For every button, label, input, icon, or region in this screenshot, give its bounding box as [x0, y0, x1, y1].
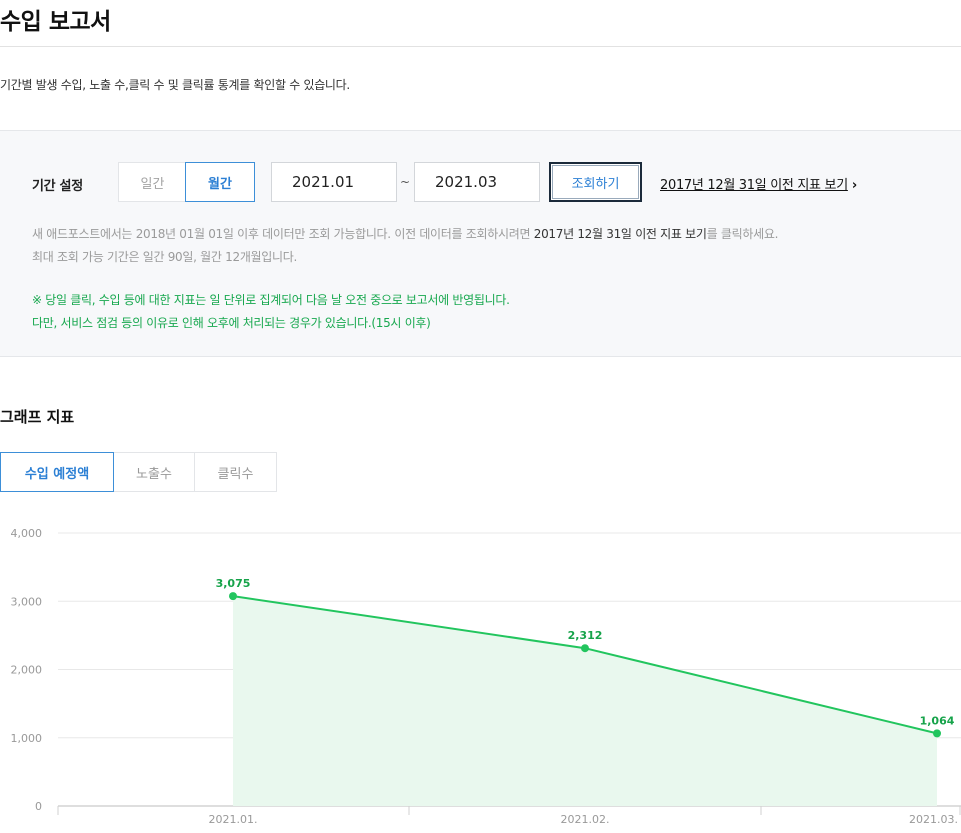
x-tick-label: 2021.01.	[209, 813, 258, 826]
tab-impressions[interactable]: 노출수	[114, 452, 195, 492]
y-tick-label: 2,000	[11, 664, 43, 677]
data-label: 2,312	[568, 629, 603, 642]
search-button[interactable]: 조회하기	[549, 162, 642, 202]
tab-clicks[interactable]: 클릭수	[195, 452, 277, 492]
previous-data-link-label: 2017년 12월 31일 이전 지표 보기	[660, 178, 848, 193]
y-tick-label: 1,000	[11, 732, 43, 745]
chevron-right-icon: ›	[851, 178, 857, 193]
graph-section-title: 그래프 지표	[0, 408, 75, 426]
period-filter-panel: 기간 설정 일간 월간 ~ 조회하기 2017년 12월 31일 이전 지표 보…	[0, 130, 961, 357]
page-title: 수입 보고서	[0, 9, 111, 35]
note-suffix: 를 클릭하세요.	[706, 227, 779, 241]
x-tick-label: 2021.03.	[909, 813, 958, 826]
max-period-note: 최대 조회 가능 기간은 일간 90일, 월간 12개월입니다.	[32, 250, 298, 264]
data-point	[933, 729, 941, 738]
y-tick-label: 0	[35, 800, 42, 813]
page-description: 기간별 발생 수입, 노출 수,클릭 수 및 클릭률 통계를 확인할 수 있습니…	[0, 78, 350, 92]
note-link-text: 2017년 12월 31일 이전 지표 보기	[533, 227, 707, 241]
note-prefix: 새 애드포스트에서는 2018년 01월 01일 이후 데이터만 조회 가능합니…	[32, 227, 534, 241]
data-point	[581, 644, 589, 653]
period-daily-toggle[interactable]: 일간	[118, 162, 186, 202]
data-point	[229, 592, 237, 601]
revenue-area-chart: 0 1,000 2,000 3,000 4,000 3,075 2,312 1,064 2021…	[11, 527, 961, 826]
date-from-input[interactable]	[271, 162, 397, 202]
title-divider	[0, 46, 961, 47]
previous-data-link[interactable]: 2017년 12월 31일 이전 지표 보기 ›	[660, 174, 857, 193]
date-to-input[interactable]	[414, 162, 540, 202]
data-label: 1,064	[920, 714, 955, 727]
series-area	[233, 596, 937, 806]
data-availability-note: 새 애드포스트에서는 2018년 01월 01일 이후 데이터만 조회 가능합니…	[32, 225, 778, 242]
tab-expected-revenue[interactable]: 수입 예정액	[0, 452, 114, 492]
report-delay-notice: ※ 당일 클릭, 수입 등에 대한 지표는 일 단위로 집계되어 다음 날 오전…	[32, 293, 510, 307]
period-setting-label: 기간 설정	[32, 179, 83, 194]
y-tick-label: 4,000	[11, 527, 43, 540]
y-tick-label: 3,000	[11, 595, 43, 608]
period-monthly-toggle[interactable]: 월간	[185, 162, 255, 202]
date-range-separator: ~	[400, 175, 411, 189]
data-label: 3,075	[216, 577, 251, 590]
x-tick-label: 2021.02.	[561, 813, 610, 826]
maintenance-notice: 다만, 서비스 점검 등의 이유로 인해 오후에 처리되는 경우가 있습니다.(…	[32, 316, 431, 330]
